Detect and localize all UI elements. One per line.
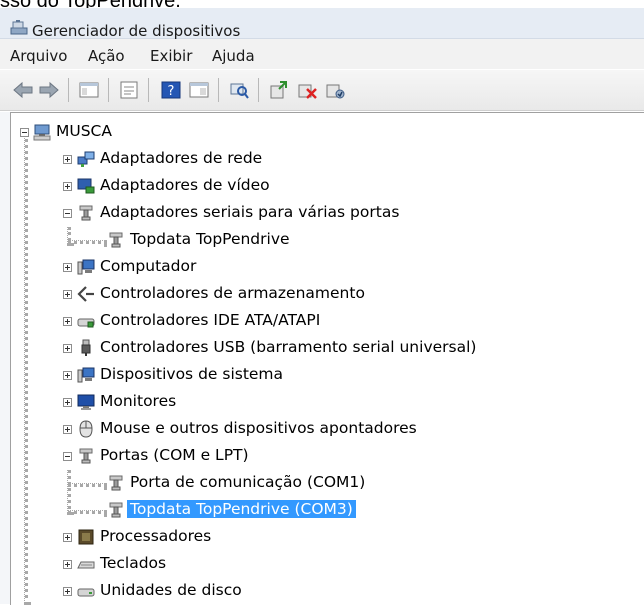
console-tree-icon[interactable]: [78, 80, 100, 100]
tree-category-node[interactable]: Adaptadores de rede: [11, 148, 631, 170]
tree-device-node[interactable]: Porta de comunicação (COM1): [11, 472, 631, 494]
ide-controller-icon: [77, 318, 95, 328]
toolbar-separator: [258, 78, 259, 102]
forward-arrow-icon[interactable]: [38, 80, 60, 100]
update-driver-icon[interactable]: [268, 80, 290, 100]
tree-item-label: Controladores de armazenamento: [100, 284, 365, 302]
tree-item-label: Dispositivos de sistema: [100, 365, 284, 383]
tree-category-node[interactable]: Controladores de armazenamento: [11, 283, 631, 305]
expand-toggle[interactable]: [63, 560, 72, 569]
processor-icon: [78, 529, 94, 545]
collapse-toggle[interactable]: [20, 128, 29, 137]
expand-toggle[interactable]: [63, 263, 72, 272]
mouse-icon: [79, 420, 93, 438]
device-manager-icon: [10, 20, 28, 35]
serial-port-icon: [109, 502, 123, 518]
window-left-edge: [0, 112, 10, 604]
tree-item-label: Topdata TopPendrive (COM3): [127, 500, 356, 518]
tree-item-label: Portas (COM e LPT): [100, 446, 249, 464]
menu-exibir[interactable]: Exibir: [150, 47, 192, 65]
tree-category-node[interactable]: Monitores: [11, 391, 631, 413]
menu-acao[interactable]: Ação: [88, 47, 125, 65]
help-icon[interactable]: ?: [160, 80, 182, 100]
collapse-toggle[interactable]: [63, 209, 72, 218]
keyboard-icon: [77, 561, 95, 569]
uninstall-icon[interactable]: [296, 80, 318, 100]
serial-port-icon: [109, 475, 123, 491]
tree-item-label: Teclados: [100, 554, 167, 572]
tree-item-label: Porta de comunicação (COM1): [130, 473, 366, 491]
serial-adapter-icon: [79, 205, 93, 221]
display-adapter-icon: [77, 178, 95, 194]
expand-toggle[interactable]: [63, 398, 72, 407]
expand-toggle[interactable]: [63, 587, 72, 596]
serial-port-icon: [109, 232, 123, 248]
tree-category-node[interactable]: Computador: [11, 256, 631, 278]
tree-item-label: Computador: [100, 257, 197, 275]
tree-category-node[interactable]: Controladores USB (barramento serial uni…: [11, 337, 631, 359]
tree-connector: [68, 510, 107, 514]
tree-device-node-selected[interactable]: Topdata TopPendrive (COM3): [11, 499, 631, 521]
expand-toggle[interactable]: [63, 425, 72, 434]
expand-toggle[interactable]: [63, 317, 72, 326]
device-tree: MUSCA Adaptadores de rede Adaptadores de…: [10, 112, 644, 605]
tree-item-label: Adaptadores de vídeo: [100, 176, 270, 194]
disk-drive-icon: [77, 588, 95, 597]
menu-ajuda[interactable]: Ajuda: [212, 47, 255, 65]
expand-toggle[interactable]: [63, 344, 72, 353]
menu-arquivo[interactable]: Arquivo: [10, 47, 67, 65]
expand-toggle[interactable]: [63, 155, 72, 164]
tree-item-label: Monitores: [100, 392, 177, 410]
scan-hardware-icon[interactable]: [228, 80, 250, 100]
monitor-icon: [77, 394, 95, 410]
toolbar-separator: [108, 78, 109, 102]
tree-item-label: Controladores USB (barramento serial uni…: [100, 338, 477, 356]
properties-icon[interactable]: [118, 80, 140, 100]
tree-item-label: Controladores IDE ATA/ATAPI: [100, 311, 321, 329]
tree-item-label: Adaptadores seriais para várias portas: [100, 203, 400, 221]
tree-root-label: MUSCA: [56, 122, 112, 140]
tree-category-node[interactable]: Teclados: [11, 553, 631, 575]
tree-category-node[interactable]: Processadores: [11, 526, 631, 548]
ports-icon: [79, 448, 93, 464]
toolbar-separator: [218, 78, 219, 102]
system-devices-icon: [77, 367, 95, 383]
tree-item-label: Unidades de disco: [100, 581, 242, 599]
expand-toggle[interactable]: [63, 533, 72, 542]
tree-item-label: Processadores: [100, 527, 212, 545]
tree-item-label: Topdata TopPendrive: [130, 230, 290, 248]
expand-toggle[interactable]: [63, 371, 72, 380]
svg-text:?: ?: [168, 84, 175, 99]
storage-controller-icon: [77, 286, 94, 302]
tree-category-node[interactable]: Portas (COM e LPT): [11, 445, 631, 467]
tree-category-node[interactable]: Controladores IDE ATA/ATAPI: [11, 310, 631, 332]
expand-toggle[interactable]: [63, 290, 72, 299]
back-arrow-icon[interactable]: [12, 80, 34, 100]
toolbar-separator: [68, 78, 69, 102]
usb-controller-icon: [81, 339, 91, 356]
network-adapter-icon: [77, 151, 95, 167]
expand-toggle[interactable]: [63, 182, 72, 191]
view-icon[interactable]: [188, 80, 210, 100]
tree-connector: [68, 240, 107, 244]
toolbar: ?: [0, 70, 644, 111]
tree-connector: [68, 483, 107, 487]
tree-item-label: Adaptadores de rede: [100, 149, 263, 167]
collapse-toggle[interactable]: [63, 452, 72, 461]
window-titlebar: Gerenciador de dispositivos: [0, 8, 644, 40]
window-title: Gerenciador de dispositivos: [32, 22, 241, 40]
tree-device-node[interactable]: Topdata TopPendrive: [11, 229, 631, 251]
computer-icon: [77, 259, 95, 275]
disable-icon[interactable]: [324, 80, 346, 100]
toolbar-separator: [148, 78, 149, 102]
tree-category-node[interactable]: Adaptadores seriais para várias portas: [11, 202, 631, 224]
tree-category-node[interactable]: Mouse e outros dispositivos apontadores: [11, 418, 631, 440]
tree-item-label: Mouse e outros dispositivos apontadores: [100, 419, 417, 437]
tree-category-node[interactable]: Unidades de disco: [11, 580, 631, 602]
tree-category-node[interactable]: Dispositivos de sistema: [11, 364, 631, 386]
tree-category-node[interactable]: Adaptadores de vídeo: [11, 175, 631, 197]
computer-icon: [33, 124, 51, 141]
tree-root-node[interactable]: MUSCA: [11, 121, 311, 143]
menu-bar: Arquivo Ação Exibir Ajuda: [0, 39, 644, 69]
